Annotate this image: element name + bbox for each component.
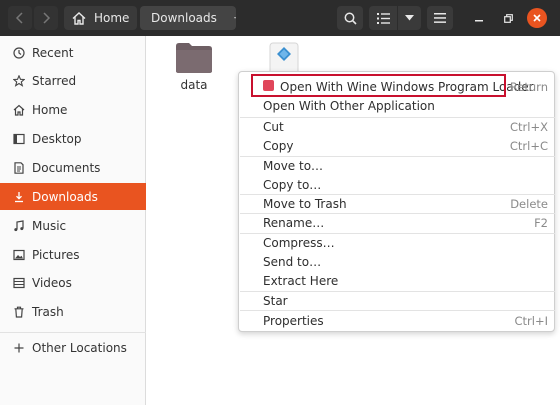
close-button[interactable] xyxy=(527,8,547,28)
sidebar-item-recent[interactable]: Recent xyxy=(0,39,146,66)
menu-item-label: Extract Here xyxy=(263,273,339,288)
menu-item-extract-here[interactable]: Extract Here xyxy=(239,271,556,290)
file-item-data[interactable]: data xyxy=(175,42,213,92)
maximize-button[interactable] xyxy=(499,9,517,27)
menu-item-label: Move to Trash xyxy=(263,196,347,211)
hamburger-icon xyxy=(434,13,446,23)
sidebar-item-starred[interactable]: Starred xyxy=(0,67,146,94)
sidebar-item-label: Recent xyxy=(32,45,74,60)
folder-icon xyxy=(176,43,212,73)
home-icon xyxy=(72,11,86,25)
sidebar-item-downloads[interactable]: Downloads xyxy=(0,183,146,210)
menu-item-label: Open With Other Application xyxy=(263,98,435,113)
sidebar-item-documents[interactable]: Documents xyxy=(0,154,146,181)
sidebar-item-label: Trash xyxy=(32,304,64,319)
list-view-button[interactable] xyxy=(369,6,397,30)
file-name: data xyxy=(180,78,208,92)
sidebar-item-label: Starred xyxy=(32,73,77,88)
caret-down-icon xyxy=(233,17,236,19)
menu-item-label: Cut xyxy=(263,119,284,134)
forward-button[interactable] xyxy=(34,6,58,30)
search-icon xyxy=(344,12,357,25)
music-icon xyxy=(13,219,25,232)
search-button[interactable] xyxy=(337,6,363,30)
sidebar-item-label: Home xyxy=(32,102,68,117)
menu-item-label: Compress… xyxy=(263,235,335,250)
sidebar-item-other-locations[interactable]: Other Locations xyxy=(0,334,146,361)
sidebar-divider xyxy=(0,332,146,333)
restore-icon xyxy=(503,13,513,23)
download-icon xyxy=(13,191,25,203)
menu-item-label: Rename… xyxy=(263,215,325,230)
sidebar-item-home[interactable]: Home xyxy=(0,96,146,123)
sidebar-item-videos[interactable]: Videos xyxy=(0,269,146,296)
view-options-button[interactable] xyxy=(397,6,421,30)
menu-item-accel: Ctrl+C xyxy=(509,138,548,153)
menu-item-properties[interactable]: Properties Ctrl+I xyxy=(239,311,556,330)
menu-item-move-to[interactable]: Move to… xyxy=(239,156,556,175)
close-icon xyxy=(533,14,541,22)
chevron-left-icon xyxy=(15,12,23,24)
menu-item-accel: Return xyxy=(509,79,548,94)
star-icon xyxy=(13,74,25,87)
video-icon xyxy=(13,277,25,289)
picture-icon xyxy=(13,249,25,261)
minimize-icon xyxy=(475,20,483,22)
menu-item-label: Copy xyxy=(263,138,294,153)
plus-icon xyxy=(13,342,25,354)
menu-item-rename[interactable]: Rename… F2 xyxy=(239,213,556,232)
breadcrumb-current[interactable]: Downloads xyxy=(140,6,236,30)
menu-item-open-with-other[interactable]: Open With Other Application xyxy=(239,96,556,115)
sidebar-item-label: Music xyxy=(32,218,67,233)
trash-icon xyxy=(13,306,25,318)
highlight-box xyxy=(251,74,506,97)
menu-item-copy[interactable]: Copy Ctrl+C xyxy=(239,136,556,155)
minimize-button[interactable] xyxy=(470,9,488,27)
sidebar-item-desktop[interactable]: Desktop xyxy=(0,125,146,152)
menu-item-label: Star xyxy=(263,293,288,308)
wine-icon xyxy=(263,80,274,91)
sidebar-item-trash[interactable]: Trash xyxy=(0,298,146,325)
menu-item-label: Send to… xyxy=(263,254,322,269)
menu-item-accel: Delete xyxy=(510,196,548,211)
breadcrumb-home[interactable]: Home xyxy=(64,6,137,30)
sidebar-item-label: Desktop xyxy=(32,131,82,146)
document-icon xyxy=(13,161,25,174)
sidebar: Recent Starred Home Desktop Documents Do… xyxy=(0,36,146,405)
menu-item-move-to-trash[interactable]: Move to Trash Delete xyxy=(239,194,556,213)
breadcrumb-current-label: Downloads xyxy=(151,11,217,25)
menu-item-copy-to[interactable]: Copy to… xyxy=(239,175,556,194)
menu-item-compress[interactable]: Compress… xyxy=(239,233,556,252)
main-menu-button[interactable] xyxy=(427,6,453,30)
menu-item-cut[interactable]: Cut Ctrl+X xyxy=(239,117,556,136)
desktop-icon xyxy=(13,133,25,145)
menu-item-accel: F2 xyxy=(534,215,548,230)
context-menu: Open With Wine Windows Program Loader Re… xyxy=(238,71,555,332)
sidebar-item-music[interactable]: Music xyxy=(0,212,146,239)
menu-item-send-to[interactable]: Send to… xyxy=(239,252,556,271)
breadcrumb-home-label: Home xyxy=(94,11,130,25)
caret-down-icon xyxy=(405,15,414,21)
back-button[interactable] xyxy=(8,6,32,30)
sidebar-item-label: Documents xyxy=(32,160,101,175)
sidebar-item-label: Downloads xyxy=(32,189,98,204)
menu-item-label: Properties xyxy=(263,313,324,328)
header-bar: Home Downloads xyxy=(0,0,560,36)
list-view-icon xyxy=(376,12,390,24)
home-icon xyxy=(13,104,25,116)
sidebar-item-label: Videos xyxy=(32,275,72,290)
menu-item-label: Move to… xyxy=(263,158,324,173)
sidebar-item-label: Other Locations xyxy=(32,340,127,355)
menu-item-accel: Ctrl+I xyxy=(514,313,549,328)
menu-item-label: Copy to… xyxy=(263,177,322,192)
clock-icon xyxy=(13,46,25,59)
menu-item-accel: Ctrl+X xyxy=(510,119,548,134)
menu-item-star[interactable]: Star xyxy=(239,291,556,310)
sidebar-item-pictures[interactable]: Pictures xyxy=(0,241,146,268)
sidebar-item-label: Pictures xyxy=(32,247,80,262)
chevron-right-icon xyxy=(43,12,51,24)
